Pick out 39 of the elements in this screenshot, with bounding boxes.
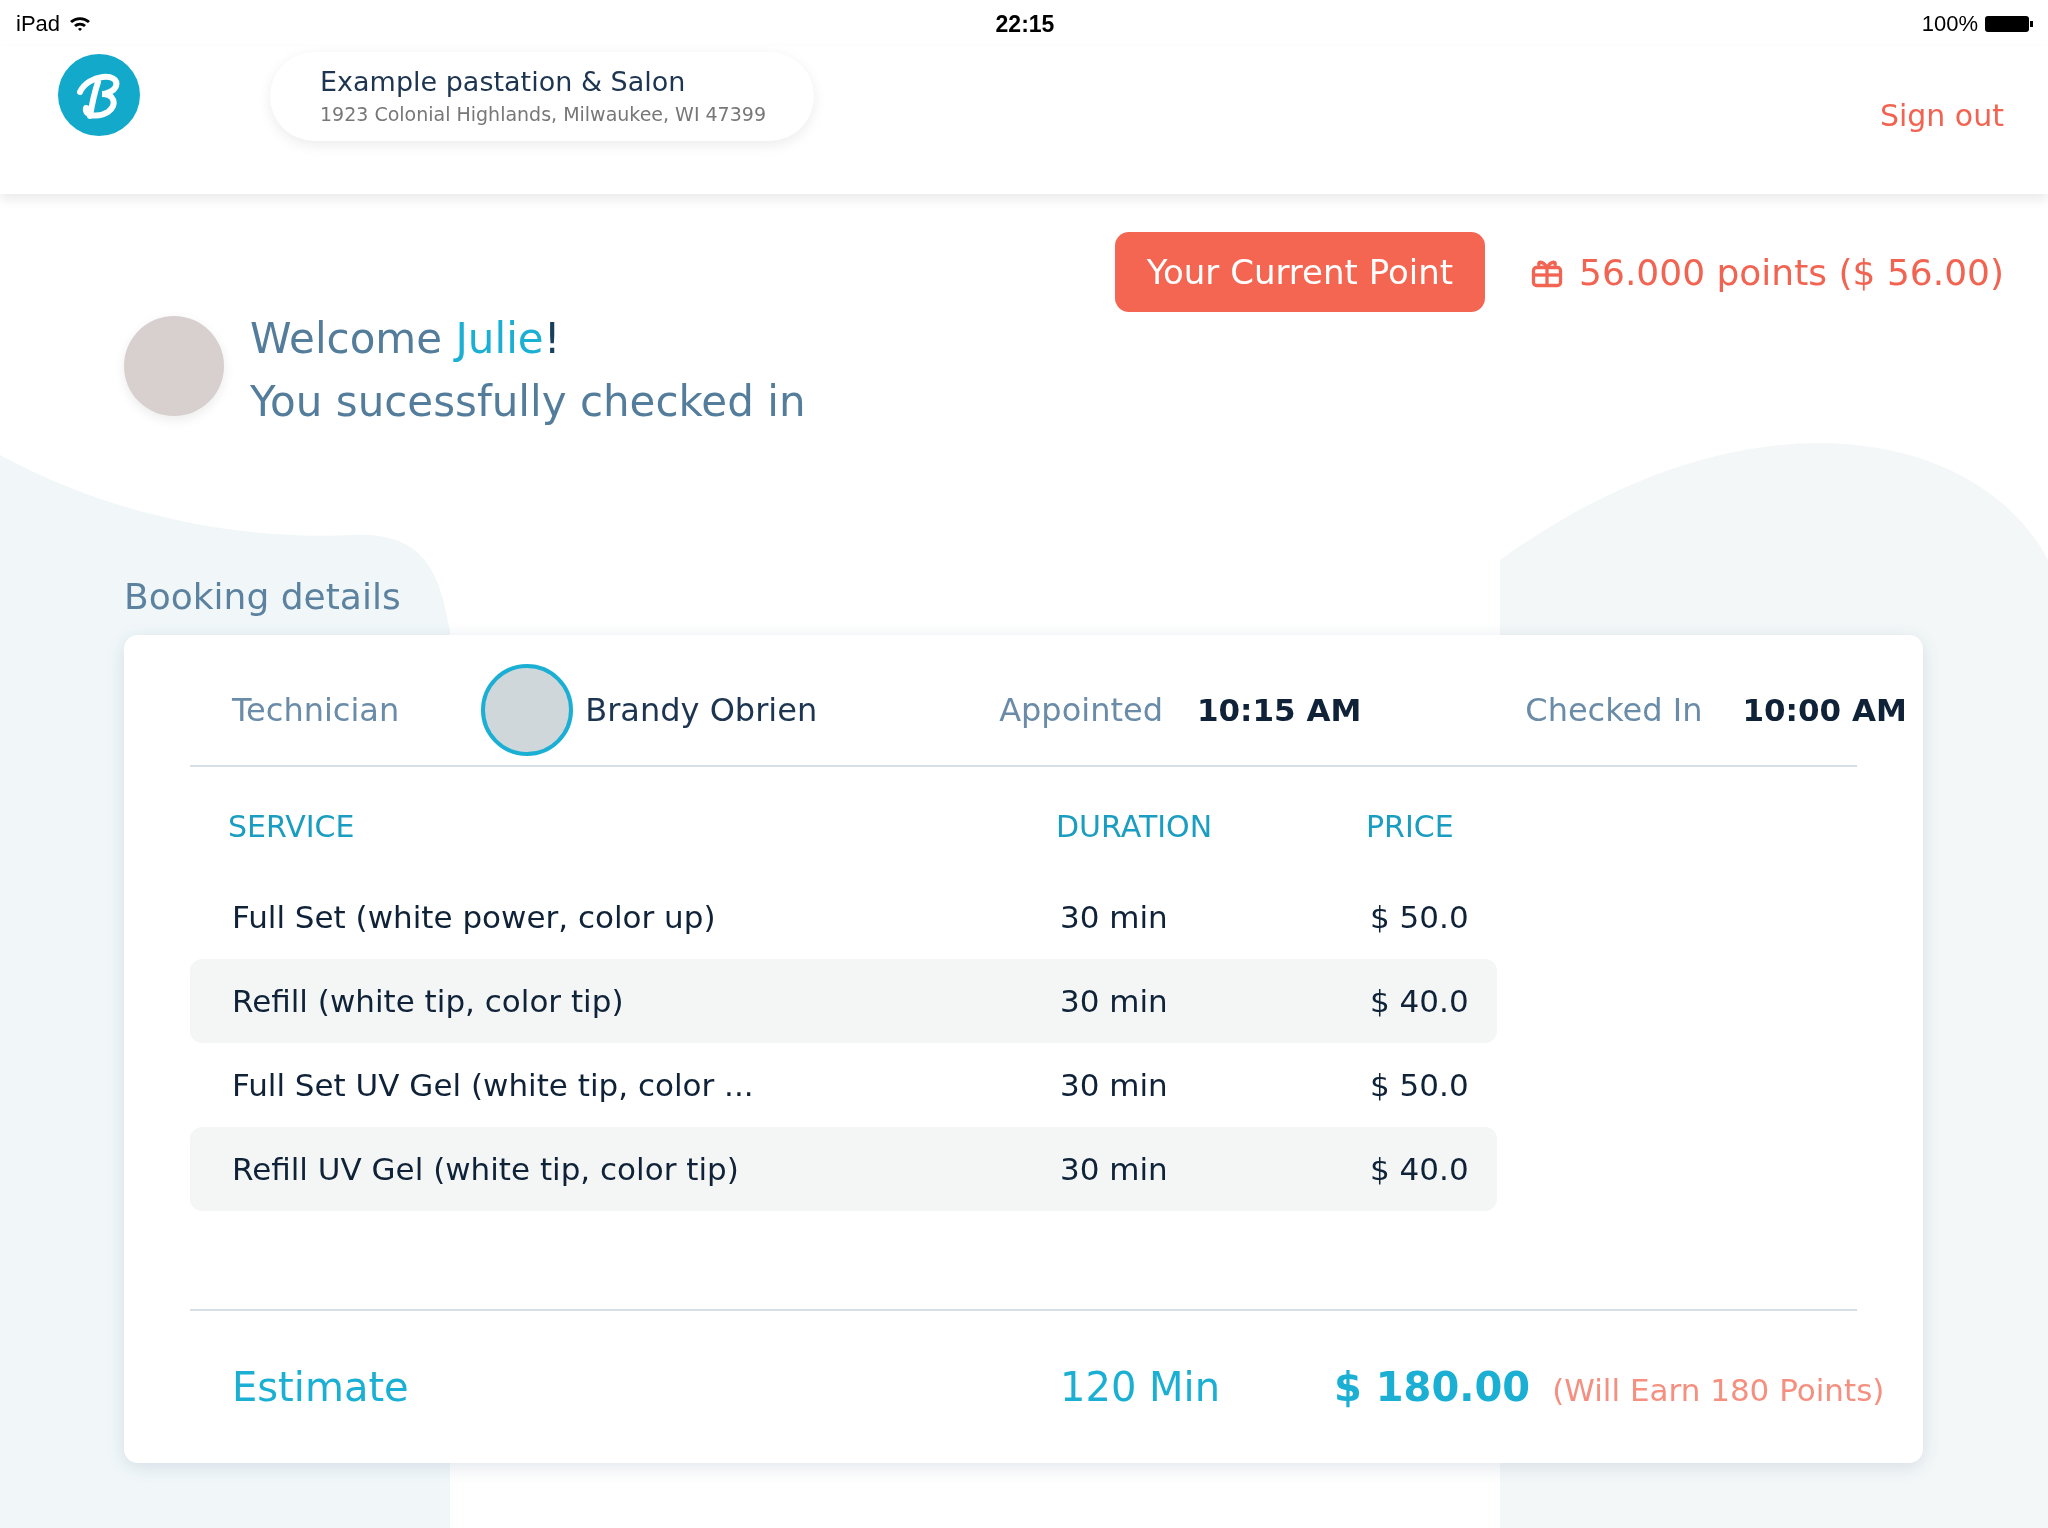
technician-label: Technician [232,691,400,729]
welcome-heading: Welcome Julie! [250,314,562,363]
service-price: $ 50.0 [1370,1067,1470,1103]
service-name: Refill UV Gel (white tip, color tip) [232,1151,740,1187]
service-price: $ 40.0 [1370,1151,1470,1187]
estimate-duration: 120 Min [1060,1364,1221,1410]
checked-in-label: Checked In [1525,691,1703,729]
column-header: DURATION [1056,808,1214,844]
service-price: $ 50.0 [1370,899,1470,935]
service-name: Refill (white tip, color tip) [232,983,625,1019]
battery-icon [1984,14,2034,34]
checked-in-message: You sucessfully checked in [250,377,806,426]
service-duration: 30 min [1060,983,1169,1019]
column-header: SERVICE [228,808,356,844]
battery-percent: 100% [1921,11,1978,37]
technician-name: Brandy Obrien [585,691,818,729]
clock: 22:15 [995,10,1055,38]
current-point-button[interactable]: Your Current Point [1114,232,1486,312]
column-header: PRICE [1366,808,1455,844]
service-name: Full Set UV Gel (white tip, color ... [232,1067,755,1103]
service-duration: 30 min [1060,1067,1169,1103]
sign-out-link[interactable]: Sign out [1879,97,2004,133]
appointed-label: Appointed [999,691,1163,729]
logo-icon [58,54,140,136]
device-label: iPad [16,11,61,37]
wifi-icon [68,15,93,33]
checked-in-time: 10:00 AM [1742,692,1907,728]
salon-name: Example pastation & Salon [320,65,687,97]
salon-address: 1923 Colonial Highlands, Milwaukee, WI 47399 [320,102,766,125]
service-duration: 30 min [1060,899,1169,935]
estimate-label: Estimate [232,1364,410,1410]
points-value: 56.000 points ($ 56.00) [1579,251,2004,293]
points-earn-note: (Will Earn 180 Points) [1552,1372,1885,1408]
estimate-price: $ 180.00 [1334,1364,1531,1410]
service-duration: 30 min [1060,1151,1169,1187]
booking-title: Booking details [124,576,401,617]
service-price: $ 40.0 [1370,983,1470,1019]
service-name: Full Set (white power, color up) [232,899,717,935]
appointed-time: 10:15 AM [1196,692,1362,728]
